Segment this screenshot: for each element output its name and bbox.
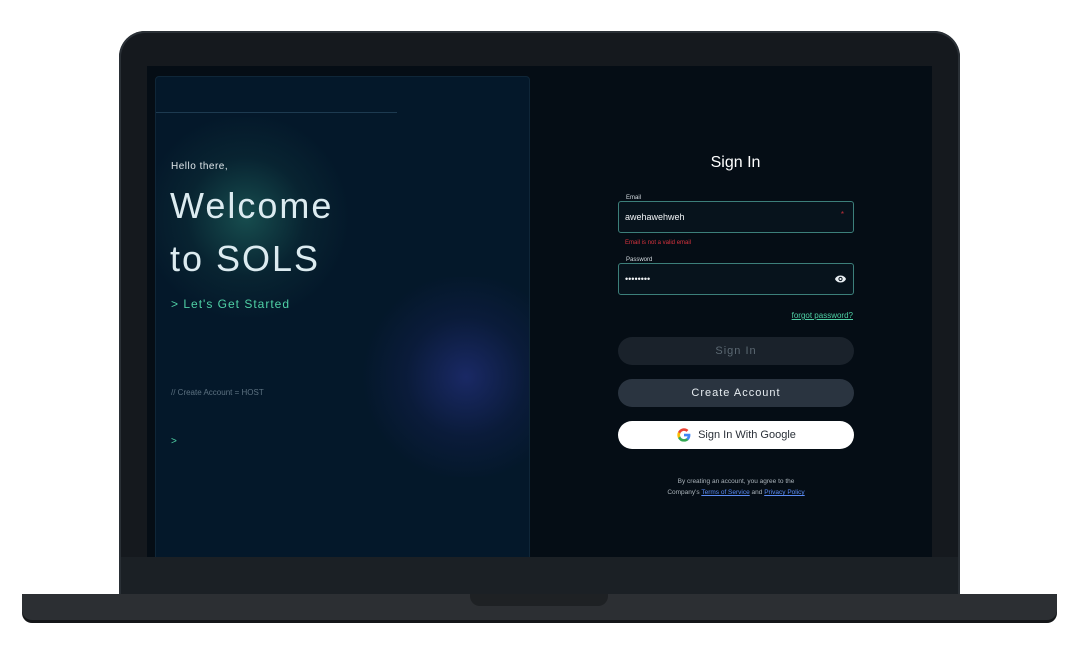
password-label: Password <box>624 257 655 263</box>
create-account-button[interactable]: Create Account <box>618 379 854 407</box>
terminal-prompt: > <box>171 436 177 447</box>
divider <box>156 112 397 113</box>
welcome-title: Welcome <box>170 185 334 226</box>
google-sign-in-button[interactable]: Sign In With Google <box>618 421 854 449</box>
terms-link[interactable]: Terms of Service <box>701 489 749 496</box>
laptop-screen: Hello there, Welcome to SOLS > Let's Get… <box>147 66 932 557</box>
legal-line-1: By creating an account, you agree to the <box>677 478 795 485</box>
email-label: Email <box>624 195 644 201</box>
laptop-bezel <box>121 557 958 595</box>
required-marker: * <box>840 210 844 219</box>
greeting-text: Hello there, <box>171 161 229 172</box>
signin-title: Sign In <box>710 154 761 171</box>
eye-icon[interactable] <box>834 273 847 285</box>
sign-in-button[interactable]: Sign In <box>618 337 854 365</box>
legal-and: and <box>751 489 763 496</box>
welcome-title-brand: to SOLS <box>170 238 321 279</box>
password-field[interactable]: Password •••••••• <box>618 257 854 295</box>
host-note: // Create Account = HOST <box>171 388 264 397</box>
password-input[interactable]: •••••••• <box>625 274 650 284</box>
get-started-link[interactable]: > Let's Get Started <box>171 297 290 311</box>
google-button-label: Sign In With Google <box>698 429 796 441</box>
legal-notice: By creating an account, you agree to the… <box>618 476 854 498</box>
legal-prefix: Company's <box>667 489 700 496</box>
welcome-panel: Hello there, Welcome to SOLS > Let's Get… <box>155 76 530 557</box>
privacy-link[interactable]: Privacy Policy <box>764 489 804 496</box>
google-icon <box>677 428 691 442</box>
email-error: Email is not a valid email <box>625 240 692 246</box>
blue-glow <box>356 277 529 477</box>
email-field[interactable]: Email awehawehweh * <box>618 195 854 233</box>
email-input[interactable]: awehawehweh <box>625 212 685 222</box>
legal-line-2: Company's Terms of Service and Privacy P… <box>618 487 854 498</box>
laptop-notch <box>470 594 608 606</box>
forgot-password-link[interactable]: forgot password? <box>707 311 853 320</box>
